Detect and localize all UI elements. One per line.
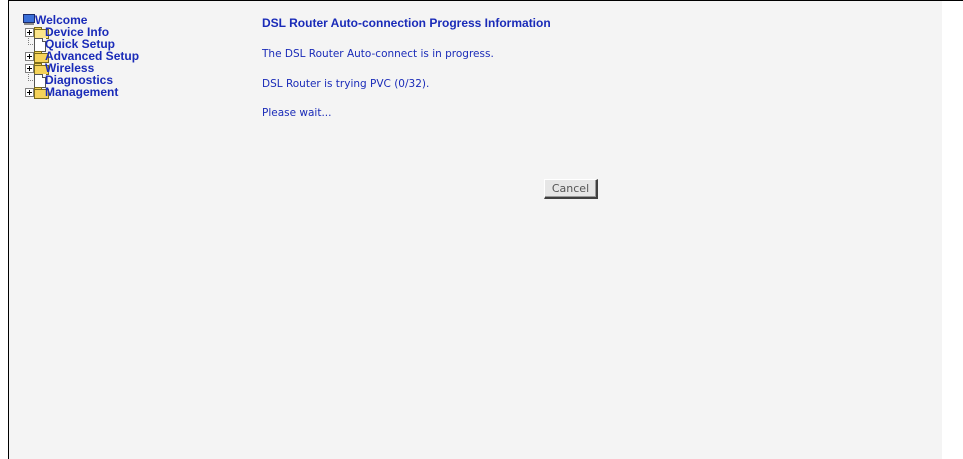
wait-message: Please wait... — [262, 107, 332, 119]
status-message: The DSL Router Auto-connect is in progre… — [262, 48, 494, 60]
computer-icon — [23, 14, 35, 25]
navigation-tree: Welcome Device Info Quick Setup Advanced… — [23, 14, 223, 99]
tree-item-label[interactable]: Management — [45, 86, 118, 98]
expand-plus-icon[interactable] — [25, 64, 34, 73]
page-title: DSL Router Auto-connection Progress Info… — [262, 16, 551, 30]
tree-item-management[interactable]: Management — [23, 86, 223, 99]
expand-plus-icon[interactable] — [25, 88, 34, 97]
right-margin — [942, 1, 963, 459]
cancel-button[interactable]: Cancel — [544, 179, 598, 199]
pvc-message: DSL Router is trying PVC (0/32). — [262, 78, 430, 90]
expand-plus-icon[interactable] — [25, 52, 34, 61]
expand-plus-icon[interactable] — [25, 28, 34, 37]
